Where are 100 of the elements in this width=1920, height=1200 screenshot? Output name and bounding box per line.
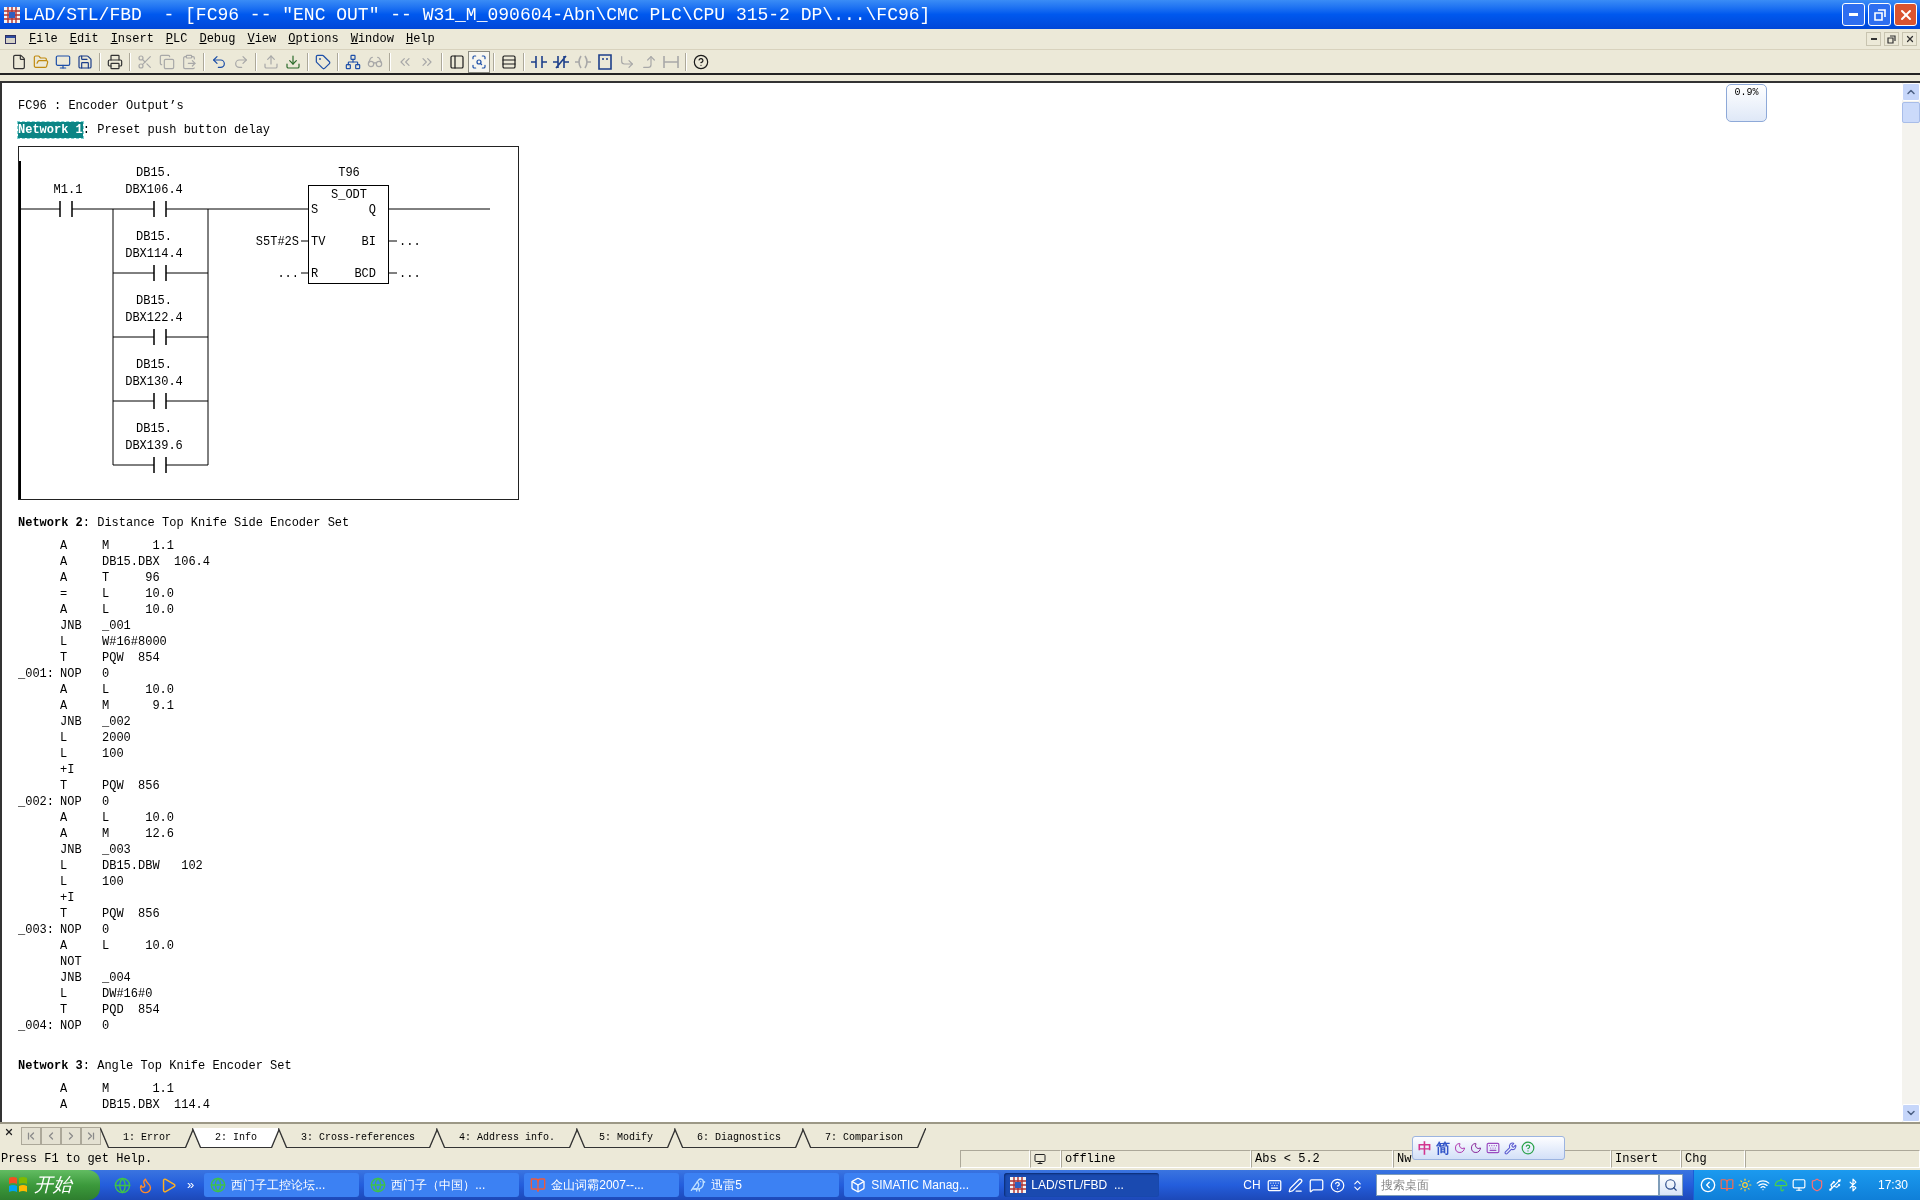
menu-item[interactable]: Edit [63, 30, 105, 48]
ime-mode-toggle[interactable]: 中 [1418, 1140, 1432, 1156]
connector-icon [663, 53, 679, 70]
jump-label: _004: [18, 1019, 54, 1033]
menu-item[interactable]: Insert [104, 30, 160, 48]
book-icon [530, 1177, 547, 1193]
menu-item[interactable]: Help [399, 30, 441, 48]
quick-launch-more[interactable]: » [187, 1178, 195, 1192]
pen-icon [1287, 1177, 1303, 1193]
cube-icon [850, 1177, 867, 1193]
operand: PQW 854 [102, 650, 160, 666]
scroll-down-button[interactable] [1902, 1104, 1920, 1122]
corner-arrow-icon [619, 53, 635, 70]
instruction: NOP [60, 923, 82, 937]
operand: M 9.1 [102, 698, 174, 714]
taskbar-button[interactable]: 西门子工控论坛... [204, 1173, 360, 1197]
keyboard-icon [1266, 1177, 1282, 1193]
coil-icon [575, 53, 591, 70]
instruction: +I [60, 891, 75, 905]
undo-icon [211, 53, 227, 70]
monitor-icon [1034, 1153, 1046, 1165]
play-icon [160, 1176, 177, 1194]
start-button[interactable]: 开始 [0, 1170, 100, 1200]
operand: 0 [102, 666, 110, 682]
tab[interactable]: 2: Info [193, 1128, 280, 1147]
instruction: T [60, 907, 68, 921]
search-button[interactable] [1658, 1174, 1683, 1196]
operand: M 12.6 [102, 826, 174, 842]
language-indicator[interactable]: CH [1243, 1176, 1261, 1194]
instruction: L [60, 859, 68, 873]
scroll-up-button[interactable] [1902, 83, 1920, 101]
status-text: Chg [1685, 1151, 1707, 1168]
network-icon [345, 53, 361, 70]
book-icon [1719, 1178, 1734, 1192]
globe-icon [370, 1177, 387, 1193]
instruction: L [60, 635, 68, 649]
moon-icon [1470, 1142, 1482, 1154]
save-icon [77, 53, 93, 70]
network-label[interactable]: Network 1 [18, 122, 83, 138]
operand: DB15.DBX 114.4 [102, 1097, 211, 1113]
panel-icon [449, 53, 465, 70]
moon-icon [1454, 1142, 1466, 1154]
instruction: A [60, 683, 68, 697]
restore-icon [1873, 8, 1886, 21]
instruction: T [60, 1003, 68, 1017]
taskbar-button[interactable]: LAD/STL/FBD ... [1004, 1173, 1160, 1197]
search-field[interactable]: 搜索桌面 [1375, 1174, 1659, 1196]
instruction: L [60, 875, 68, 889]
instruction: A [60, 699, 68, 713]
menu-item[interactable]: PLC [159, 30, 194, 48]
menu-item[interactable]: Window [344, 30, 400, 48]
operand: 0 [102, 922, 110, 938]
instruction: A [60, 571, 68, 585]
status-text: Nw [1397, 1151, 1412, 1168]
load-reading: 0.9% [1734, 87, 1759, 100]
network-label[interactable]: Network 3 [18, 1058, 83, 1074]
chevron-left-icon [1699, 1177, 1716, 1193]
bird-icon [690, 1177, 707, 1193]
operand: _004 [102, 970, 131, 986]
jump-label: _003: [18, 923, 54, 937]
minimize-button[interactable] [1842, 3, 1865, 26]
block-title: FC96 : Encoder Output’s [18, 98, 184, 114]
taskbar-button[interactable]: 西门子（中国）... [364, 1173, 520, 1197]
instruction: NOP [60, 1019, 82, 1033]
taskbar-button[interactable]: 迅雷5 [684, 1173, 840, 1197]
operand: DW#16#0 [102, 986, 153, 1002]
instruction: NOT [60, 955, 82, 969]
child-restore-button[interactable] [1884, 32, 1899, 46]
globe-icon [114, 1176, 131, 1194]
sun-icon [1737, 1178, 1752, 1192]
tab-scroll-button[interactable] [21, 1127, 41, 1145]
scrollbar-thumb[interactable] [1902, 102, 1920, 123]
menu-item[interactable]: File [23, 30, 64, 48]
child-minimize-button[interactable] [1866, 32, 1881, 46]
instruction: A [60, 1098, 68, 1112]
menu-item[interactable]: Debug [193, 30, 242, 48]
tab-scroll-button[interactable] [81, 1127, 101, 1145]
operand: _002 [102, 714, 131, 730]
operand: M 1.1 [102, 1081, 174, 1097]
status-text: offline [1065, 1151, 1116, 1168]
ime-script-toggle[interactable]: 简 [1436, 1140, 1450, 1156]
rows-icon [501, 53, 517, 70]
document-icon [11, 53, 27, 70]
vertical-scrollbar[interactable] [1902, 83, 1920, 1122]
taskbar-button[interactable]: 金山词霸2007--... [524, 1173, 680, 1197]
restore-button[interactable] [1868, 3, 1891, 26]
taskbar-button[interactable]: SIMATIC Manag... [844, 1173, 1000, 1197]
menu-item[interactable]: View [241, 30, 283, 48]
network-label[interactable]: Network 2 [18, 515, 83, 531]
instruction: JNB [60, 843, 82, 857]
jump-label: _002: [18, 795, 54, 809]
operand: 2000 [102, 730, 131, 746]
close-icon [1904, 34, 1915, 44]
menu-item[interactable]: Options [282, 30, 345, 48]
close-button[interactable] [1894, 3, 1917, 26]
magnifier-icon [471, 53, 487, 70]
operand: 100 [102, 746, 124, 762]
close-panel-button[interactable] [3, 1126, 15, 1138]
operand: T 96 [102, 570, 160, 586]
child-close-button[interactable] [1902, 32, 1917, 46]
